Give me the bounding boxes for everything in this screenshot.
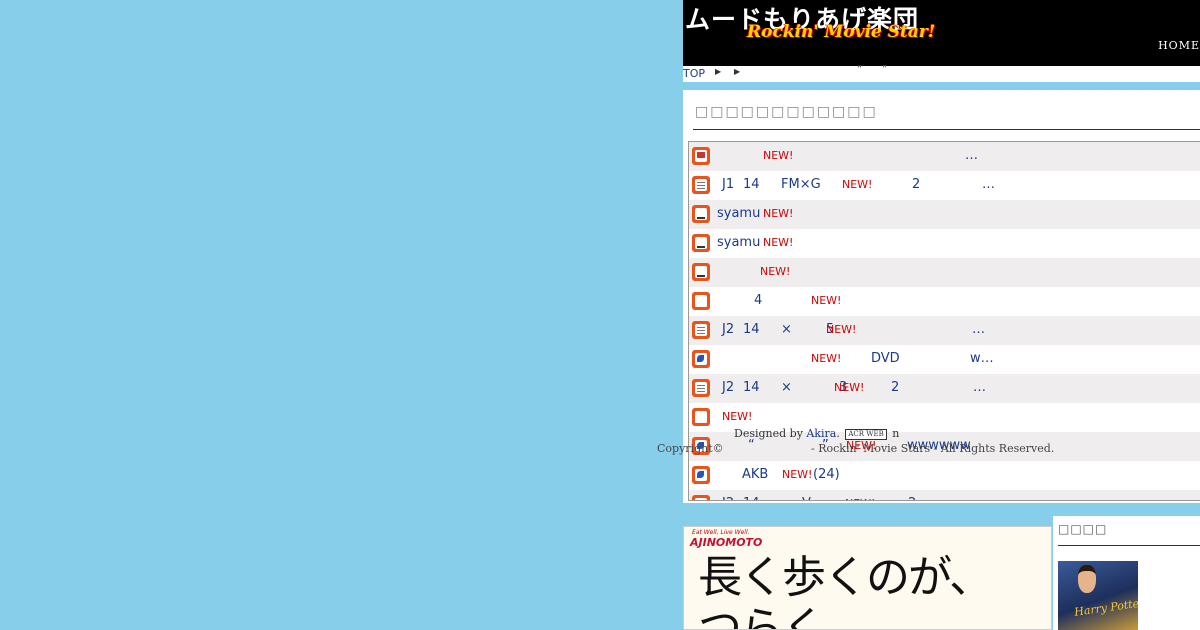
site-header: ムードもりあげ楽団 Rockin' Movie Star! HOME <box>683 0 1200 66</box>
new-badge: NEW! <box>763 207 794 220</box>
book-cover-title: Harry Potter <box>1073 596 1138 619</box>
news-title-fragment[interactable]: × <box>781 380 792 395</box>
ad-headline-line: つらく <box>698 602 826 630</box>
new-badge: NEW! <box>760 265 791 278</box>
breadcrumb-close-quote: ” <box>882 64 888 75</box>
news-icon <box>692 321 710 339</box>
news-title-fragment[interactable]: 4 <box>754 293 762 308</box>
news-row[interactable]: syamu NEW! <box>689 200 1200 229</box>
news-title-fragment[interactable]: J1 <box>722 177 734 192</box>
sidebar-box: □□□□ Harry Potter <box>1053 516 1200 630</box>
news-title-fragment[interactable]: 14 <box>743 380 760 395</box>
news-title-fragment[interactable]: syamu <box>717 235 760 250</box>
sidebar-title: □□□□ <box>1058 522 1108 536</box>
face-icon <box>692 205 710 223</box>
acr-web-badge[interactable]: ACR WEB <box>845 428 887 440</box>
news-title-fragment[interactable]: 2 <box>908 496 916 500</box>
news-title-fragment[interactable]: “ <box>748 438 755 453</box>
news-icon <box>692 379 710 397</box>
news-row[interactable]: NEW! <box>689 258 1200 287</box>
panel-title: □□□□□□□□□□□□ <box>695 104 878 120</box>
news-title-fragment[interactable]: … <box>973 380 986 395</box>
news-title-fragment[interactable]: DVD <box>871 351 900 366</box>
news-title-fragment[interactable]: 14 <box>743 496 760 500</box>
news-title-fragment[interactable]: w… <box>970 351 994 366</box>
news-row[interactable]: J2 14 V 2 NEW! <box>689 490 1200 500</box>
news-title-fragment[interactable]: syamu <box>717 206 760 221</box>
news-icon <box>692 176 710 194</box>
news-row[interactable]: DVD w… NEW! <box>689 345 1200 374</box>
news-row[interactable]: 4 NEW! <box>689 287 1200 316</box>
tv-icon <box>692 147 710 165</box>
new-badge: NEW! <box>826 323 857 336</box>
news-title-fragment[interactable]: … <box>982 177 995 192</box>
new-badge: NEW! <box>811 352 842 365</box>
news-icon <box>692 495 710 500</box>
credit-suffix: n <box>892 427 900 440</box>
breadcrumb-arrow-icon: ▶ <box>734 67 741 76</box>
new-badge: NEW! <box>763 149 794 162</box>
divider <box>1058 545 1200 546</box>
news-row[interactable]: J2 14 × 3 2… NEW! <box>689 374 1200 403</box>
copyright-label: Copyright© <box>657 442 724 455</box>
ad-tagline: Eat Well, Live Well. <box>692 529 750 536</box>
breadcrumb: TOP ▶ ▶ “ ” <box>683 64 1200 82</box>
news-title-fragment[interactable]: J2 <box>722 380 734 395</box>
news-title-fragment[interactable]: V <box>802 496 811 500</box>
news-title-fragment[interactable]: (24) <box>813 467 840 482</box>
house-icon <box>692 292 710 310</box>
new-badge: NEW! <box>811 294 842 307</box>
ajinomoto-ad-banner[interactable]: Eat Well, Live Well. AJINOMOTO 長く歩くのが、 つら… <box>683 526 1052 630</box>
breadcrumb-open-quote: “ <box>857 64 863 75</box>
ad-brand-logo: AJINOMOTO <box>690 536 763 549</box>
news-row[interactable]: J2 14 × 5… NEW! <box>689 316 1200 345</box>
flag-icon <box>692 350 710 368</box>
news-row[interactable]: … NEW! <box>689 142 1200 171</box>
house-icon <box>692 408 710 426</box>
ad-headline: 長く歩くのが、 つらく <box>698 552 993 630</box>
news-row[interactable]: syamu NEW! <box>689 229 1200 258</box>
new-badge: NEW! <box>722 410 753 423</box>
book-cover-figure <box>1078 565 1096 593</box>
copyright-line: Copyright© - Rockin' Movie Stars - All R… <box>657 442 1054 455</box>
site-logo-english[interactable]: Rockin' Movie Star! <box>747 22 935 42</box>
home-nav-link[interactable]: HOME <box>1158 39 1200 52</box>
new-badge: NEW! <box>845 497 875 500</box>
flag-icon <box>692 466 710 484</box>
news-title-fragment[interactable]: × <box>781 322 792 337</box>
news-title-fragment[interactable]: 14 <box>743 322 760 337</box>
divider <box>693 129 1200 130</box>
news-title-fragment[interactable]: J2 <box>722 322 734 337</box>
designed-by-credit: Designed by Akira. ACR WEB n <box>734 427 900 440</box>
face-icon <box>692 234 710 252</box>
news-title-fragment[interactable]: 2 <box>891 380 899 395</box>
news-title-fragment[interactable]: … <box>972 322 985 337</box>
new-badge: NEW! <box>763 236 794 249</box>
news-title-fragment[interactable]: J2 <box>722 496 734 500</box>
rights-text: - Rockin' Movie Stars - All Rights Reser… <box>811 442 1055 455</box>
face-icon <box>692 263 710 281</box>
news-row[interactable]: AKB (24) NEW! <box>689 461 1200 490</box>
new-badge: NEW! <box>782 468 813 481</box>
news-row[interactable]: J1 14 FM×G 2 … NEW! <box>689 171 1200 200</box>
new-badge: NEW! <box>842 178 873 191</box>
author-link[interactable]: Akira <box>806 427 836 440</box>
designed-by-label: Designed by <box>734 427 803 440</box>
news-title-fragment[interactable]: AKB <box>742 467 768 482</box>
news-title-fragment[interactable]: … <box>965 148 978 163</box>
new-badge: NEW! <box>834 381 865 394</box>
news-title-fragment[interactable]: 14 <box>743 177 760 192</box>
ad-headline-line: 長く歩くのが、 <box>698 552 993 603</box>
breadcrumb-arrow-icon: ▶ <box>715 67 722 76</box>
news-title-fragment[interactable]: 2 <box>912 177 920 192</box>
news-title-fragment[interactable]: FM×G <box>781 177 821 192</box>
breadcrumb-top-link[interactable]: TOP <box>683 67 705 80</box>
book-cover-thumbnail[interactable]: Harry Potter <box>1058 561 1138 630</box>
